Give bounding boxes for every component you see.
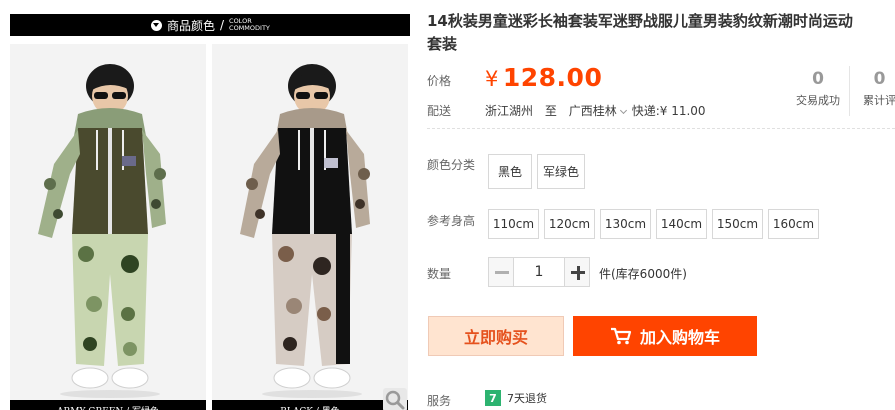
deals-label: 交易成功 (796, 94, 840, 107)
quantity-stepper: 1 (488, 257, 590, 287)
magnifier-icon (385, 390, 405, 410)
gallery-header-en-line2: COMMODITY (229, 24, 270, 32)
reviews-stat[interactable]: 0 累计评 (849, 66, 895, 116)
product-title-line1: 14秋装男童迷彩长袖套装军迷野战服儿童男装豹纹新潮时尚运动 (427, 12, 853, 30)
boy-black-illustration (212, 44, 408, 410)
product-title: 14秋装男童迷彩长袖套装军迷野战服儿童男装豹纹新潮时尚运动 套装 (427, 10, 895, 56)
price-value: ¥128.00 (485, 63, 602, 92)
product-gallery: 商品颜色 / COLOR COMMODITY (10, 14, 410, 410)
color-label: 颜色分类 (427, 158, 476, 172)
size-option-110[interactable]: 110cm (488, 209, 539, 239)
gallery-header-title: 商品颜色 (166, 18, 215, 33)
shipping-info: 浙江湖州 至 广西桂林 快递:¥ 11.00 (485, 102, 706, 119)
quantity-label: 数量 (427, 267, 452, 281)
boy-army-green-illustration (10, 44, 206, 410)
add-to-cart-button[interactable]: 加入购物车 (573, 316, 757, 356)
shipping-fee: 快递:¥ 11.00 (631, 104, 706, 118)
service-info[interactable]: 7 7天退货 (485, 390, 547, 406)
quantity-increase-button[interactable] (564, 257, 590, 287)
chevron-down-circle-icon (150, 19, 162, 31)
product-image-black[interactable]: BLACK / 黑色 (212, 44, 408, 410)
service-text: 7天退货 (507, 392, 547, 405)
add-to-cart-label: 加入购物车 (639, 328, 720, 347)
reviews-count: 0 (873, 69, 886, 89)
shipping-from: 浙江湖州 (485, 104, 534, 118)
shipping-label: 配送 (427, 104, 452, 118)
deals-stat[interactable]: 0 交易成功 (787, 66, 849, 116)
color-option-army-green[interactable]: 军绿色 (537, 154, 585, 189)
chevron-down-icon[interactable] (619, 106, 627, 115)
size-option-130[interactable]: 130cm (600, 209, 651, 239)
price-label: 价格 (427, 74, 452, 88)
product-info-panel: 14秋装男童迷彩长袖套装军迷野战服儿童男装豹纹新潮时尚运动 套装 价格 ¥128… (427, 0, 895, 410)
color-option-black[interactable]: 黑色 (488, 154, 532, 189)
stock-info: 件(库存6000件) (599, 267, 687, 281)
buy-now-button[interactable]: 立即购买 (428, 316, 564, 356)
product-image-army-green[interactable]: ARMY GREEN / 军绿色 (10, 44, 206, 410)
price-currency: ¥ (485, 67, 499, 91)
zoom-button[interactable] (383, 388, 407, 410)
image-caption-army-green: ARMY GREEN / 军绿色 (10, 400, 206, 410)
shipping-to-word: 至 (544, 104, 557, 118)
price-amount: 128.00 (502, 63, 603, 92)
size-option-150[interactable]: 150cm (712, 209, 763, 239)
cart-icon (610, 327, 632, 345)
image-caption-black: BLACK / 黑色 (212, 400, 408, 410)
quantity-input[interactable]: 1 (514, 257, 564, 287)
service-label: 服务 (427, 394, 452, 408)
section-divider (427, 128, 895, 129)
size-option-140[interactable]: 140cm (656, 209, 707, 239)
size-option-160[interactable]: 160cm (768, 209, 819, 239)
gallery-header-english: COLOR COMMODITY (229, 18, 270, 32)
product-title-line2: 套装 (427, 35, 458, 53)
size-label: 参考身高 (427, 214, 476, 228)
reviews-label: 累计评 (863, 94, 895, 107)
gallery-header: 商品颜色 / COLOR COMMODITY (10, 14, 410, 36)
gallery-header-separator: / (219, 18, 225, 32)
size-option-120[interactable]: 120cm (544, 209, 595, 239)
shipping-destination[interactable]: 广西桂林 (569, 104, 617, 118)
quantity-decrease-button[interactable] (488, 257, 514, 287)
seven-day-return-icon: 7 (485, 390, 501, 406)
deals-count: 0 (812, 69, 824, 89)
sales-stats: 0 交易成功 0 累计评 (787, 66, 895, 116)
